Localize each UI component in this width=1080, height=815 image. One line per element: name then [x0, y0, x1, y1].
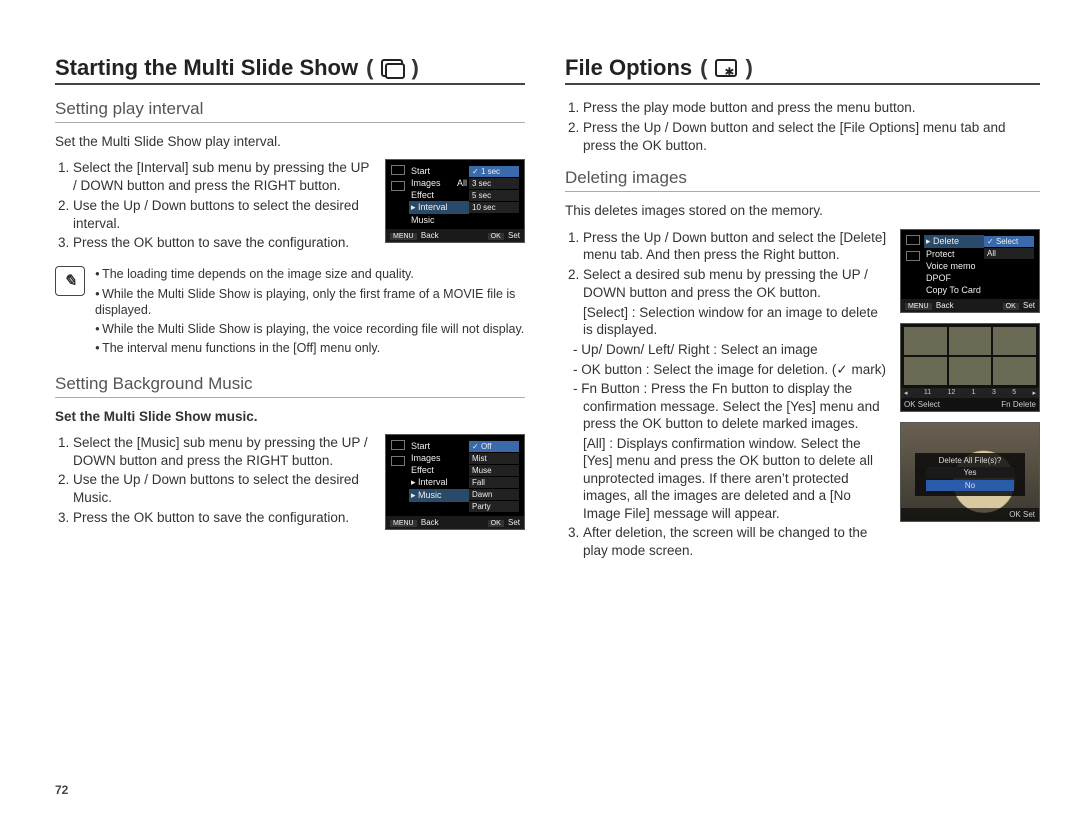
page-number: 72 [55, 783, 68, 797]
steps-interval: Select the [Interval] sub menu by pressi… [55, 159, 375, 254]
note-box: ✎ The loading time depends on the image … [55, 266, 525, 359]
heading-slideshow: Starting the Multi Slide Show ( ) [55, 55, 525, 85]
h1-text: Starting the Multi Slide Show [55, 55, 358, 81]
thumb-music-menu: Start Images Effect ▸ Interval ▸ Music O… [385, 434, 525, 530]
intro-music: Set the Multi Slide Show music. [55, 408, 525, 426]
thumb-select-grid: ◂ 11 12 1 3 5 ▸ OK Select Fn Delete [900, 323, 1040, 412]
subhead-delete: Deleting images [565, 168, 1040, 192]
h1-text: File Options [565, 55, 692, 81]
slideshow-icon [381, 59, 403, 77]
subhead-music: Setting Background Music [55, 374, 525, 398]
thumb-delete-all-dialog: Delete All File(s)? Yes No OK Set [900, 422, 1040, 522]
intro-interval: Set the Multi Slide Show play interval. [55, 133, 525, 151]
steps-music: Select the [Music] sub menu by pressing … [55, 434, 375, 529]
heading-fileoptions: File Options ( ) [565, 55, 1040, 85]
intro-delete: This deletes images stored on the memory… [565, 202, 1040, 220]
note-icon: ✎ [55, 266, 85, 296]
steps-fileoptions: Press the play mode button and press the… [565, 99, 1040, 154]
check-icon: ✓ [836, 362, 847, 377]
subhead-interval: Setting play interval [55, 99, 525, 123]
thumb-delete-menu: ▸ Delete Protect Voice memo DPOF Copy To… [900, 229, 1040, 313]
steps-delete: Press the Up / Down button and select th… [565, 229, 890, 302]
thumb-interval-menu: Start ImagesAll Effect ▸ Interval Music … [385, 159, 525, 243]
file-options-icon [715, 59, 737, 77]
